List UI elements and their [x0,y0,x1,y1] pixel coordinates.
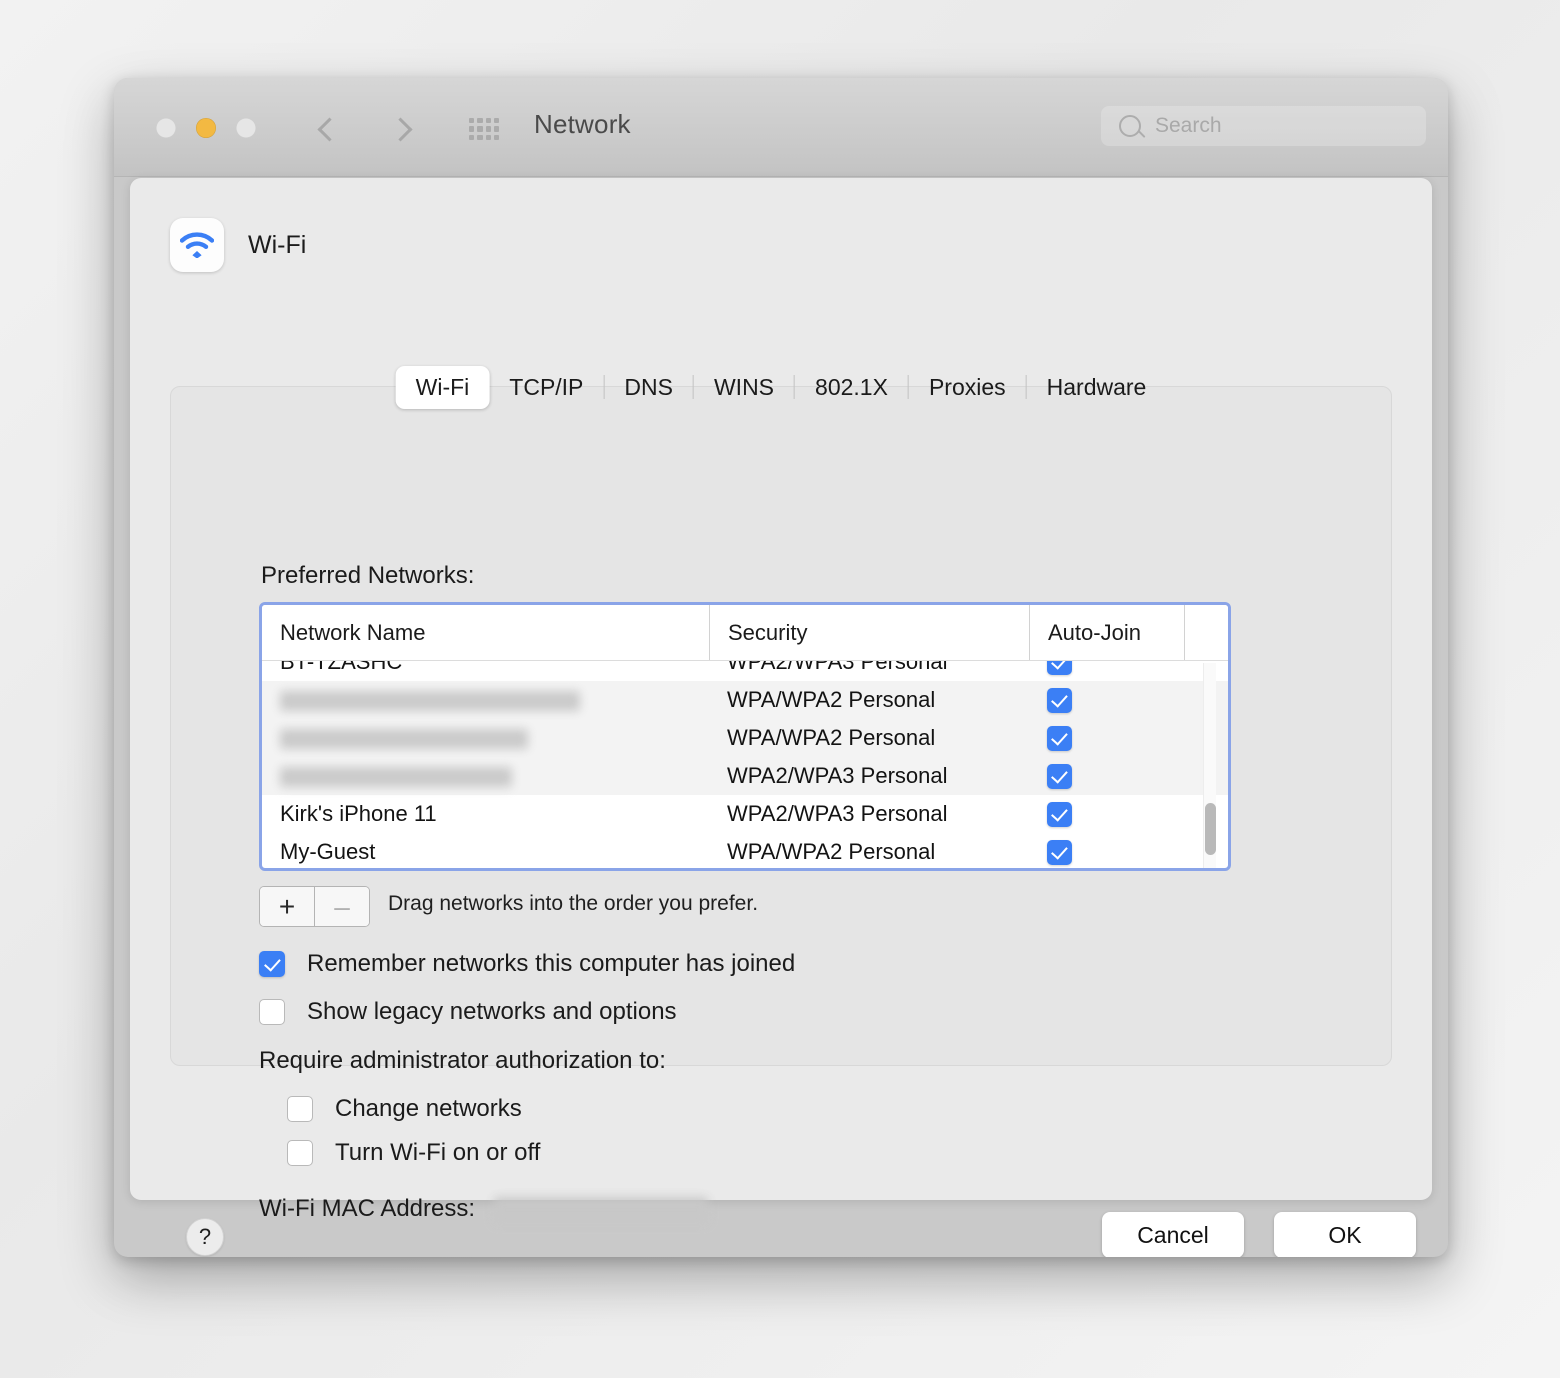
zoom-button[interactable] [236,118,256,138]
search-icon [1119,115,1141,137]
turn-wifi-checkbox[interactable] [287,1140,313,1166]
column-header-auto-join[interactable]: Auto-Join [1029,605,1184,660]
auto-join-checkbox[interactable] [1047,688,1072,713]
remove-network-button: – [314,887,369,926]
table-body: BT-TZASHCWPA2/WPA3 PersonalWPA/WPA2 Pers… [262,661,1228,868]
window-title: Network [534,109,631,140]
traffic-light-group [156,118,256,138]
tab-wins[interactable]: WINS [694,366,794,409]
service-name: Wi-Fi [248,231,306,260]
tab-proxies[interactable]: Proxies [909,366,1026,409]
cell-network-name: Kirk's iPhone 11 [262,801,709,827]
cell-network-name [262,763,709,789]
auto-join-checkbox[interactable] [1047,840,1072,865]
table-header-row: Network Name Security Auto-Join [262,605,1228,661]
table-row[interactable]: WPA/WPA2 Personal [262,719,1228,757]
cell-auto-join [1029,688,1184,713]
tab-tcpip[interactable]: TCP/IP [489,366,603,409]
tab-bar: Wi-Fi TCP/IP DNS WINS 802.1X Proxies Har… [396,365,1167,409]
remember-networks-row[interactable]: Remember networks this computer has join… [259,950,795,978]
add-network-button[interactable]: + [260,887,314,926]
turn-wifi-row[interactable]: Turn Wi-Fi on or off [287,1139,540,1167]
back-button[interactable] [310,112,344,146]
mac-address-row: Wi-Fi MAC Address: [259,1195,708,1223]
cell-network-name: BT-TZASHC [262,661,709,675]
add-remove-network-group: + – [259,886,370,927]
change-networks-row[interactable]: Change networks [287,1095,522,1123]
table-row[interactable]: WPA2/WPA3 Personal [262,757,1228,795]
search-field[interactable]: Search [1101,106,1426,146]
cell-security: WPA/WPA2 Personal [709,725,1029,751]
tab-hardware[interactable]: Hardware [1027,366,1167,409]
wifi-icon [170,218,224,272]
mac-address-value [494,1197,708,1223]
cell-auto-join [1029,764,1184,789]
column-header-spacer [1184,605,1228,660]
cell-network-name: My-Guest [262,839,709,865]
cell-auto-join [1029,661,1184,675]
auto-join-checkbox[interactable] [1047,764,1072,789]
table-row[interactable]: BT-TZASHCWPA2/WPA3 Personal [262,661,1228,681]
cell-network-name [262,725,709,751]
tab-8021x[interactable]: 802.1X [795,366,908,409]
auto-join-checkbox[interactable] [1047,726,1072,751]
cell-security: WPA/WPA2 Personal [709,839,1029,865]
wifi-settings-sheet: Wi-Fi Wi-Fi TCP/IP DNS WINS 802.1X Proxi… [130,178,1432,1200]
service-header: Wi-Fi [170,218,306,272]
redacted-network-name [280,691,580,711]
auto-join-checkbox[interactable] [1047,661,1072,675]
mac-address-label: Wi-Fi MAC Address: [259,1195,475,1222]
window-titlebar: Network Search [114,78,1448,177]
remember-networks-label: Remember networks this computer has join… [307,950,795,978]
preferred-networks-table[interactable]: Network Name Security Auto-Join BT-TZASH… [259,602,1231,871]
table-row[interactable]: Kirk's iPhone 11WPA2/WPA3 Personal [262,795,1228,833]
column-header-security[interactable]: Security [709,605,1029,660]
chevron-right-icon [388,117,412,141]
tab-dns[interactable]: DNS [604,366,693,409]
chevron-left-icon [317,117,341,141]
cell-auto-join [1029,802,1184,827]
forward-button[interactable] [386,112,420,146]
cell-security: WPA/WPA2 Personal [709,687,1029,713]
ok-button[interactable]: OK [1274,1212,1416,1257]
redacted-network-name [280,767,512,787]
close-button[interactable] [156,118,176,138]
cancel-button[interactable]: Cancel [1102,1212,1244,1257]
table-row[interactable]: WPA/WPA2 Personal [262,681,1228,719]
cell-network-name [262,687,709,713]
show-legacy-row[interactable]: Show legacy networks and options [259,998,677,1026]
show-legacy-label: Show legacy networks and options [307,998,677,1026]
cell-auto-join [1029,840,1184,865]
search-placeholder: Search [1155,114,1222,138]
network-preferences-window: Network Search Wi-Fi Wi-Fi TCP/IP DNS [114,78,1448,1257]
change-networks-checkbox[interactable] [287,1096,313,1122]
table-scrollbar[interactable] [1203,663,1216,868]
drag-hint-text: Drag networks into the order you prefer. [388,892,758,916]
turn-wifi-label: Turn Wi-Fi on or off [335,1139,540,1167]
show-all-icon[interactable] [469,118,499,140]
redacted-network-name [280,729,528,749]
table-row[interactable]: My-GuestWPA/WPA2 Personal [262,833,1228,868]
cell-security: WPA2/WPA3 Personal [709,801,1029,827]
preferred-networks-label: Preferred Networks: [261,562,474,590]
cell-auto-join [1029,726,1184,751]
tab-wifi[interactable]: Wi-Fi [396,366,490,409]
cell-security: WPA2/WPA3 Personal [709,763,1029,789]
remember-networks-checkbox[interactable] [259,951,285,977]
cell-security: WPA2/WPA3 Personal [709,661,1029,675]
require-admin-label: Require administrator authorization to: [259,1047,666,1075]
show-legacy-checkbox[interactable] [259,999,285,1025]
table-scrollbar-thumb[interactable] [1205,803,1216,855]
help-button[interactable]: ? [186,1218,224,1256]
minimize-button[interactable] [196,118,216,138]
auto-join-checkbox[interactable] [1047,802,1072,827]
column-header-network-name[interactable]: Network Name [262,605,709,660]
change-networks-label: Change networks [335,1095,522,1123]
